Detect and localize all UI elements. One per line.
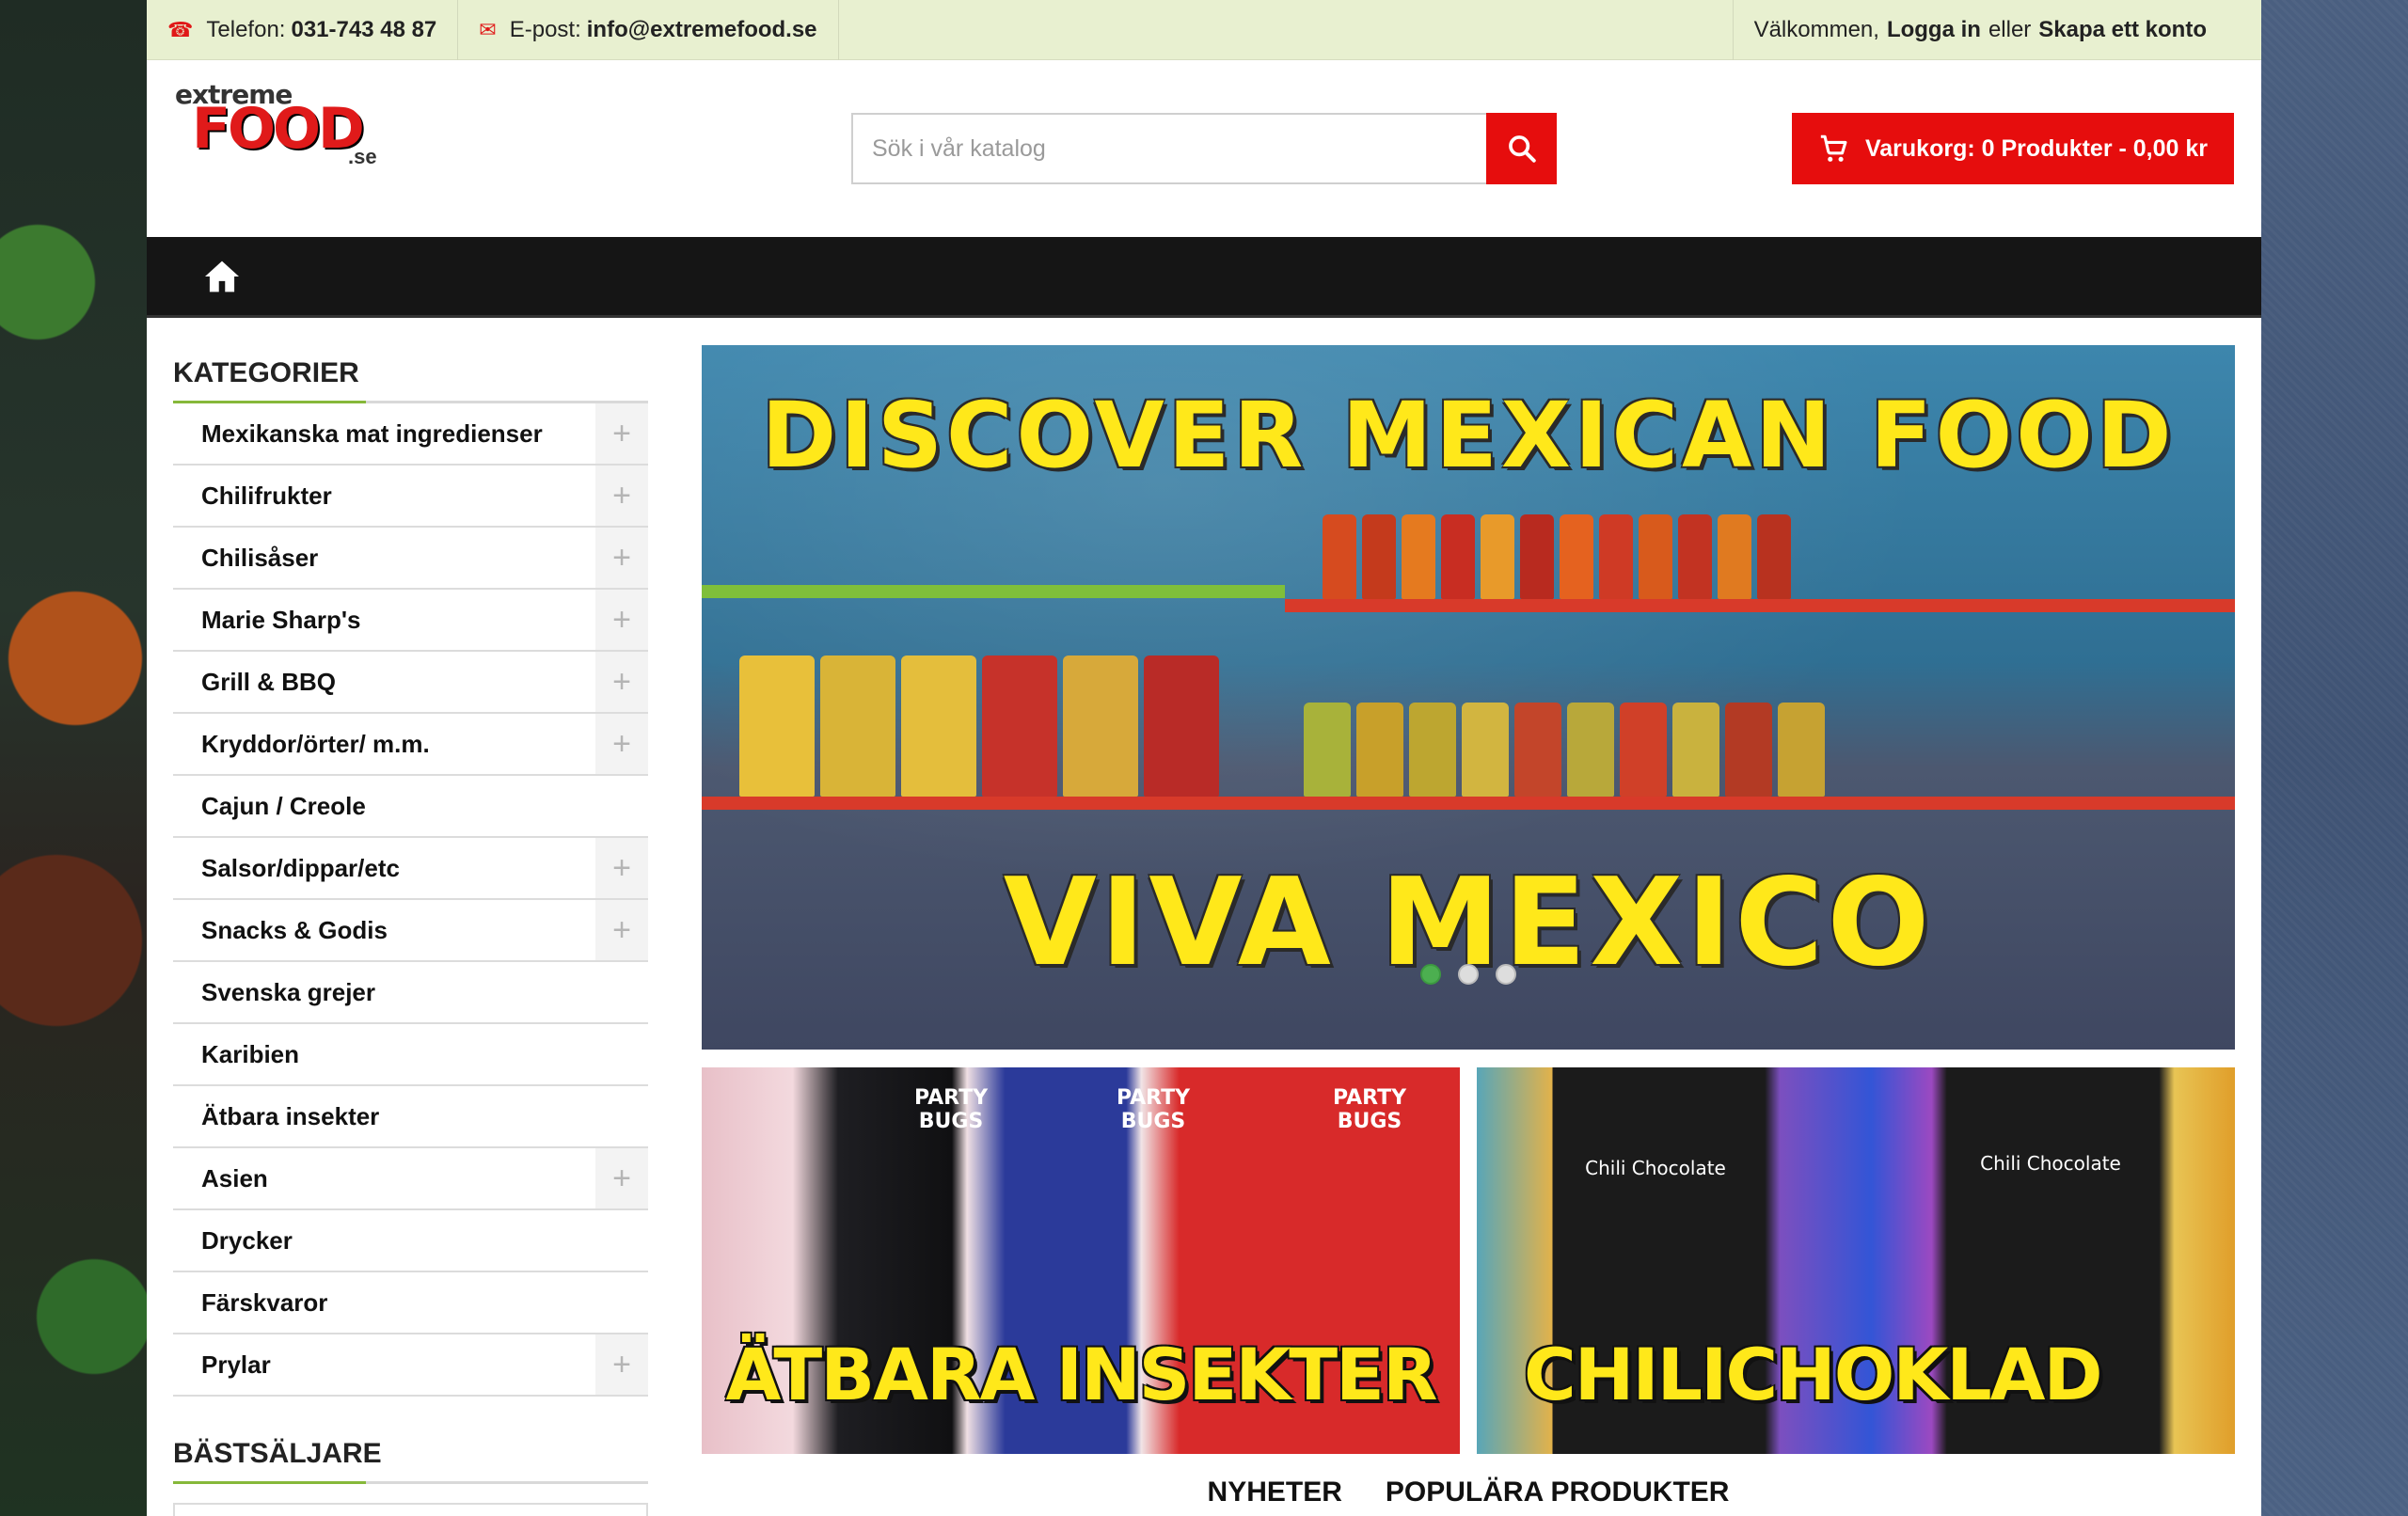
expand-plus-icon[interactable]: + — [595, 900, 648, 960]
category-item[interactable]: Chilisåser + — [173, 528, 648, 590]
product-cans — [739, 655, 1219, 797]
category-item[interactable]: Marie Sharp's + — [173, 590, 648, 652]
expand-plus-icon[interactable]: + — [595, 528, 648, 588]
category-label: Karibien — [201, 1039, 300, 1068]
category-label: Marie Sharp's — [201, 605, 361, 634]
bestsellers-box — [173, 1503, 648, 1516]
category-item[interactable]: Drycker — [173, 1210, 648, 1272]
register-link[interactable]: Skapa ett konto — [2038, 17, 2207, 43]
envelope-icon: ✉ — [479, 17, 497, 41]
category-label: Mexikanska mat ingredienser — [201, 418, 543, 448]
category-item[interactable]: Chilifrukter + — [173, 466, 648, 528]
header: extreme FOOD .se Varukorg: 0 Produkter -… — [147, 60, 2261, 237]
expand-plus-icon[interactable]: + — [595, 590, 648, 650]
shelf — [702, 585, 1285, 598]
slider-headline: DISCOVER MEXICAN FOOD — [761, 383, 2176, 488]
product-tabs: NYHETER POPULÄRA PRODUKTER — [702, 1477, 2235, 1508]
slider-dot[interactable] — [1496, 964, 1516, 985]
banner-edible-insects[interactable]: PARTY BUGS PARTY BUGS PARTY BUGS ÄTBARA … — [702, 1067, 1460, 1454]
contact-phone: ☎ Telefon: 031-743 48 87 — [147, 0, 459, 60]
banner-edible-insects-title: ÄTBARA INSEKTER — [725, 1333, 1437, 1416]
cart-label: Varukorg: 0 Produkter - 0,00 kr — [1864, 134, 2209, 162]
page: ☎ Telefon: 031-743 48 87 ✉ E-post: info@… — [147, 0, 2261, 1516]
sidebar: KATEGORIER Mexikanska mat ingredienser + C… — [173, 348, 648, 1516]
expand-plus-icon[interactable]: + — [595, 652, 648, 712]
site-logo[interactable]: extreme FOOD .se — [173, 77, 377, 190]
category-item[interactable]: Ätbara insekter — [173, 1086, 648, 1148]
shelf — [702, 797, 2235, 810]
email-link[interactable]: info@extremefood.se — [587, 17, 817, 43]
product-jars — [1304, 703, 1825, 797]
banner-chili-chocolate-title: CHILICHOKLAD — [1524, 1333, 2103, 1416]
category-item[interactable]: Cajun / Creole — [173, 776, 648, 838]
phone-number[interactable]: 031-743 48 87 — [291, 17, 436, 43]
search-button[interactable] — [1486, 113, 1557, 184]
welcome-text: Välkommen, — [1753, 16, 1879, 42]
home-icon[interactable] — [203, 260, 241, 293]
category-label: Chilisåser — [201, 543, 319, 572]
or-text: eller — [1988, 16, 2032, 42]
pack-label: PARTY BUGS — [1332, 1086, 1407, 1133]
expand-plus-icon[interactable]: + — [595, 1334, 648, 1395]
banner-chili-chocolate[interactable]: Chili Chocolate Chili Chocolate CHILICHO… — [1477, 1067, 2235, 1454]
category-item[interactable]: Svenska grejer — [173, 962, 648, 1024]
phone-icon: ☎ — [167, 17, 194, 41]
category-item[interactable]: Karibien — [173, 1024, 648, 1086]
login-link[interactable]: Logga in — [1887, 17, 1981, 43]
product-tab[interactable]: POPULÄRA PRODUKTER — [1386, 1477, 1730, 1508]
contact-email: ✉ E-post: info@extremefood.se — [458, 0, 839, 60]
category-item[interactable]: Snacks & Godis + — [173, 900, 648, 962]
search-bar — [851, 113, 1557, 184]
slider-dot[interactable] — [1420, 964, 1441, 985]
pack-label: PARTY BUGS — [1116, 1086, 1191, 1133]
product-bottles — [1323, 514, 1791, 599]
search-icon — [1508, 135, 1536, 163]
slider-dots — [702, 964, 2235, 985]
category-item[interactable]: Mexikanska mat ingredienser + — [173, 403, 648, 466]
hero-slider[interactable]: DISCOVER MEXICAN FOOD VIVA MEXICO — [702, 345, 2235, 1050]
category-label: Grill & BBQ — [201, 667, 337, 696]
category-label: Prylar — [201, 1350, 271, 1379]
shopping-cart-icon — [1820, 134, 1847, 162]
main-nav — [147, 237, 2261, 318]
category-item[interactable]: Färskvaror — [173, 1272, 648, 1334]
category-label: Svenska grejer — [201, 977, 376, 1006]
top-bar: ☎ Telefon: 031-743 48 87 ✉ E-post: info@… — [147, 0, 2261, 60]
right-background-image — [2261, 0, 2408, 1516]
categories-title: KATEGORIER — [173, 357, 359, 388]
category-label: Chilifrukter — [201, 481, 332, 510]
category-list: Mexikanska mat ingredienser + Chilifrukter… — [173, 403, 648, 1397]
bestsellers-title-underline — [173, 1481, 648, 1484]
product-tab[interactable]: NYHETER — [1208, 1477, 1342, 1508]
shelf — [1285, 599, 2235, 612]
category-label: Färskvaror — [201, 1287, 328, 1317]
category-label: Drycker — [201, 1225, 293, 1255]
category-label: Kryddor/örter/ m.m. — [201, 729, 430, 758]
category-label: Cajun / Creole — [201, 791, 366, 820]
pack-label: Chili Chocolate — [1585, 1157, 1726, 1179]
expand-plus-icon[interactable]: + — [595, 466, 648, 526]
expand-plus-icon[interactable]: + — [595, 403, 648, 464]
category-label: Asien — [201, 1163, 268, 1192]
expand-plus-icon[interactable]: + — [595, 1148, 648, 1208]
bestsellers-title: BÄSTSÄLJARE — [173, 1438, 382, 1469]
category-label: Snacks & Godis — [201, 915, 388, 944]
category-item[interactable]: Grill & BBQ + — [173, 652, 648, 714]
account-links: Välkommen, Logga in eller Skapa ett kont… — [1732, 0, 2261, 60]
expand-plus-icon[interactable]: + — [595, 838, 648, 898]
left-background-image — [0, 0, 147, 1516]
slider-dot[interactable] — [1458, 964, 1479, 985]
category-label: Ätbara insekter — [201, 1101, 380, 1130]
category-item[interactable]: Salsor/dippar/etc + — [173, 838, 648, 900]
pack-label: PARTY BUGS — [913, 1086, 989, 1133]
expand-plus-icon[interactable]: + — [595, 714, 648, 774]
pack-label: Chili Chocolate — [1980, 1152, 2121, 1175]
category-item[interactable]: Prylar + — [173, 1334, 648, 1397]
category-item[interactable]: Kryddor/örter/ m.m. + — [173, 714, 648, 776]
category-item[interactable]: Asien + — [173, 1148, 648, 1210]
category-label: Salsor/dippar/etc — [201, 853, 400, 882]
search-input[interactable] — [853, 115, 1486, 182]
cart-button[interactable]: Varukorg: 0 Produkter - 0,00 kr — [1792, 113, 2234, 184]
